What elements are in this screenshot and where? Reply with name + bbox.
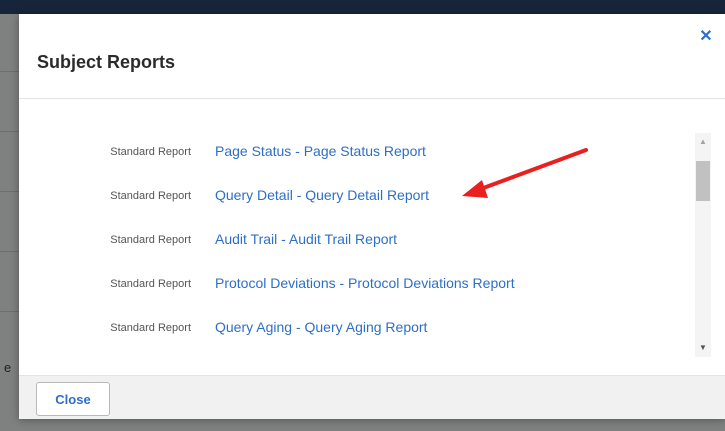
report-link-audit-trail[interactable]: Audit Trail - Audit Trail Report <box>215 231 397 247</box>
scroll-down-arrow-icon[interactable]: ▼ <box>695 341 711 355</box>
report-type-label: Standard Report <box>110 278 191 290</box>
close-button[interactable]: Close <box>36 382 110 416</box>
report-type-label: Standard Report <box>110 234 191 246</box>
report-type-label: Standard Report <box>110 146 191 158</box>
report-link-query-aging[interactable]: Query Aging - Query Aging Report <box>215 319 427 335</box>
report-link-page-status[interactable]: Page Status - Page Status Report <box>215 143 426 159</box>
dialog-title: Subject Reports <box>37 52 176 72</box>
dialog-header: Subject Reports ✕ <box>19 14 725 99</box>
scroll-up-arrow-icon[interactable]: ▲ <box>695 135 711 149</box>
vertical-scrollbar[interactable]: ▲ ▼ <box>695 133 711 357</box>
report-link-query-detail[interactable]: Query Detail - Query Detail Report <box>215 187 429 203</box>
top-bar <box>0 0 725 14</box>
close-icon[interactable]: ✕ <box>697 28 715 46</box>
report-row: Standard Report Query Aging - Query Agin… <box>19 319 679 339</box>
subject-reports-dialog: Subject Reports ✕ Standard Report Page S… <box>19 14 725 419</box>
report-type-label: Standard Report <box>110 190 191 202</box>
report-link-protocol-deviations[interactable]: Protocol Deviations - Protocol Deviation… <box>215 275 515 291</box>
report-type-label: Standard Report <box>110 322 191 334</box>
report-row: Standard Report Page Status - Page Statu… <box>19 143 679 163</box>
dialog-body: Standard Report Page Status - Page Statu… <box>19 99 725 375</box>
report-row: Standard Report Query Detail - Query Det… <box>19 187 679 207</box>
backdrop-partial-text: e <box>4 360 12 375</box>
dialog-footer: Close <box>19 375 725 419</box>
scrollbar-thumb[interactable] <box>696 161 710 201</box>
report-row: Standard Report Audit Trail - Audit Trai… <box>19 231 679 251</box>
report-row: Standard Report Protocol Deviations - Pr… <box>19 275 679 295</box>
